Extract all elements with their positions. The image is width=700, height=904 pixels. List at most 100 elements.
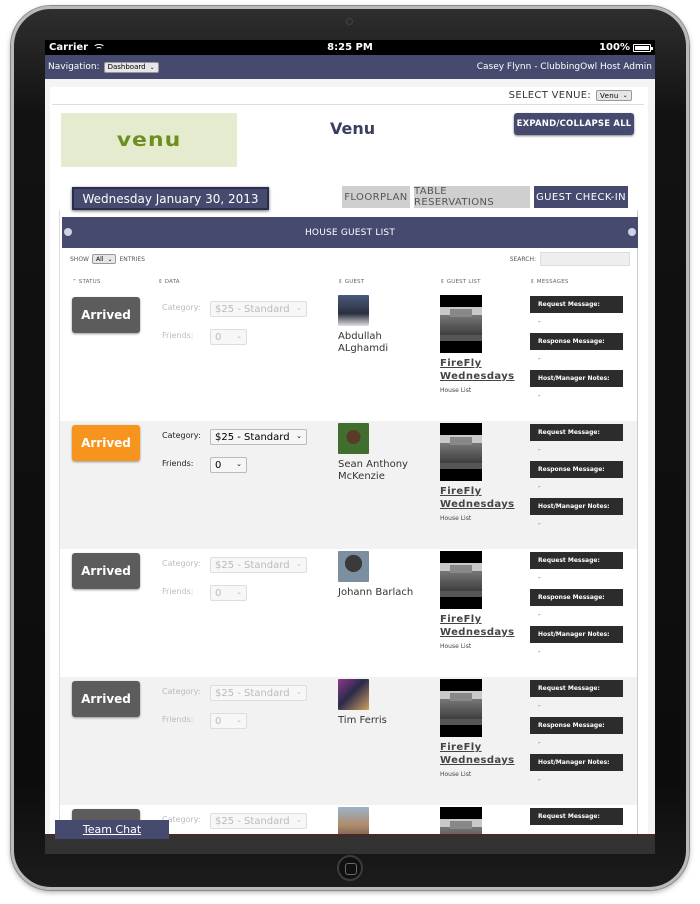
category-select[interactable]: $25 - Standard ⌄ <box>210 301 307 317</box>
request-message-value: - <box>538 318 541 326</box>
table-controls: SHOW All ⌄ ENTRIES SEARCH: <box>70 252 630 268</box>
host-notes-label: Host/Manager Notes: <box>530 370 623 387</box>
event-type: House List <box>440 643 472 650</box>
venue-select-row: SELECT VENUE: Venu ⌄ <box>509 90 632 101</box>
event-name-line2: Wednesdays <box>440 371 515 382</box>
event-link[interactable]: FireFly Wednesdays <box>440 741 515 767</box>
event-link[interactable]: FireFly Wednesdays <box>440 613 515 639</box>
category-label: Category: <box>162 559 201 568</box>
column-header-data[interactable]: ⇕ DATA <box>158 279 180 285</box>
category-select[interactable]: $25 - Standard ⌄ <box>210 557 307 573</box>
search-input[interactable] <box>540 252 630 266</box>
column-header-guest-list[interactable]: ⇕ GUEST LIST <box>440 279 481 285</box>
event-name-line2: Wednesdays <box>440 755 515 766</box>
venue-logo: venu <box>61 113 237 167</box>
category-select[interactable]: $25 - Standard ⌄ <box>210 813 307 829</box>
event-thumbnail[interactable] <box>440 423 482 481</box>
event-name-line2: Wednesdays <box>440 499 515 510</box>
event-thumbnail[interactable] <box>440 679 482 737</box>
screen: Carrier 8:25 PM 100% Navigation: Dashboa… <box>45 40 655 854</box>
house-guest-list-title: HOUSE GUEST LIST <box>304 227 396 238</box>
column-messages-label: MESSAGES <box>536 279 569 285</box>
home-button[interactable] <box>337 855 363 881</box>
chevron-down-icon: ⌄ <box>622 92 628 99</box>
top-nav: Navigation: Dashboard ⌄ Casey Flynn - Cl… <box>45 55 655 79</box>
response-message-value: - <box>538 355 541 363</box>
main-content: SELECT VENUE: Venu ⌄ venu Venu EXPAND/CO… <box>50 87 648 854</box>
column-data-label: DATA <box>164 279 180 285</box>
divider <box>637 210 638 854</box>
battery-percent: 100% <box>599 42 630 53</box>
request-message-label: Request Message: <box>530 296 623 313</box>
nav-label: Navigation: <box>48 62 100 72</box>
response-message-value: - <box>538 611 541 619</box>
chevron-down-icon: ⌄ <box>236 460 242 468</box>
arrived-button[interactable]: Arrived <box>72 425 140 461</box>
tab-table-reservations[interactable]: TABLE RESERVATIONS <box>414 186 530 208</box>
guest-table: Arrived Category: $25 - Standard ⌄ Friend… <box>60 293 637 854</box>
collapse-right-icon[interactable] <box>628 228 636 236</box>
request-message-value: - <box>538 446 541 454</box>
column-status-label: STATUS <box>78 279 101 285</box>
avatar <box>338 551 369 582</box>
collapse-left-icon[interactable] <box>64 228 72 236</box>
camera-icon <box>346 18 353 25</box>
venue-title: Venu <box>330 119 376 138</box>
event-thumbnail[interactable] <box>440 295 482 353</box>
tab-floorplan[interactable]: FLOORPLAN <box>342 186 410 208</box>
venue-select[interactable]: Venu ⌄ <box>596 90 632 101</box>
chevron-down-icon: ⌄ <box>107 255 113 263</box>
guest-name: Abdullah ALghamdi <box>338 331 389 354</box>
guest-name: Sean Anthony McKenzie <box>338 459 408 482</box>
chevron-down-icon: ⌄ <box>149 63 155 71</box>
arrived-button[interactable]: Arrived <box>72 681 140 717</box>
date-button[interactable]: Wednesday January 30, 2013 <box>72 187 269 210</box>
event-thumbnail[interactable] <box>440 551 482 609</box>
category-value: $25 - Standard <box>215 559 290 571</box>
status-bar: Carrier 8:25 PM 100% <box>45 40 655 55</box>
search-label: SEARCH: <box>509 255 536 263</box>
friends-select[interactable]: 0 ⌄ <box>210 585 247 601</box>
chevron-down-icon: ⌄ <box>236 716 242 724</box>
tab-guest-check-in[interactable]: GUEST CHECK-IN <box>534 186 628 208</box>
chevron-down-icon: ⌄ <box>236 588 242 596</box>
venue-select-value: Venu <box>600 91 619 100</box>
host-notes-label: Host/Manager Notes: <box>530 626 623 643</box>
category-select[interactable]: $25 - Standard ⌄ <box>210 429 307 445</box>
category-label: Category: <box>162 431 201 440</box>
event-name-line1: FireFly <box>440 742 482 753</box>
friends-select[interactable]: 0 ⌄ <box>210 329 247 345</box>
column-header-status[interactable]: ⌃ STATUS <box>72 279 101 285</box>
team-chat-button[interactable]: Team Chat <box>55 820 169 839</box>
column-header-guest[interactable]: ⇕ GUEST <box>338 279 364 285</box>
arrived-button[interactable]: Arrived <box>72 297 140 333</box>
response-message-label: Response Message: <box>530 717 623 734</box>
nav-select-value: Dashboard <box>107 63 146 71</box>
friends-select[interactable]: 0 ⌄ <box>210 457 247 473</box>
table-row: Arrived Category: $25 - Standard ⌄ Friend… <box>60 421 637 549</box>
chevron-down-icon: ⌄ <box>296 816 302 824</box>
venue-logo-text: venu <box>116 129 182 151</box>
avatar <box>338 423 369 454</box>
response-message-label: Response Message: <box>530 461 623 478</box>
guest-name: Johann Barlach <box>338 587 414 598</box>
house-guest-list-header[interactable]: HOUSE GUEST LIST <box>62 217 638 248</box>
arrived-button[interactable]: Arrived <box>72 553 140 589</box>
friends-label: Friends: <box>162 331 194 340</box>
column-header-messages[interactable]: ⇕ MESSAGES <box>530 279 569 285</box>
entries-select-value: All <box>95 255 104 263</box>
event-link[interactable]: FireFly Wednesdays <box>440 485 515 511</box>
entries-select[interactable]: All ⌄ <box>91 254 117 264</box>
expand-collapse-button[interactable]: EXPAND/COLLAPSE ALL <box>514 113 634 135</box>
guest-name: Tim Ferris <box>338 715 387 726</box>
host-notes-value: - <box>538 776 541 784</box>
friends-select[interactable]: 0 ⌄ <box>210 713 247 729</box>
host-notes-value: - <box>538 648 541 656</box>
table-row: Arrived Category: $25 - Standard ⌄ Friend… <box>60 677 637 805</box>
friends-value: 0 <box>215 459 222 471</box>
friends-value: 0 <box>215 587 222 599</box>
category-select[interactable]: $25 - Standard ⌄ <box>210 685 307 701</box>
event-link[interactable]: FireFly Wednesdays <box>440 357 515 383</box>
nav-select[interactable]: Dashboard ⌄ <box>103 61 159 73</box>
category-value: $25 - Standard <box>215 687 290 699</box>
